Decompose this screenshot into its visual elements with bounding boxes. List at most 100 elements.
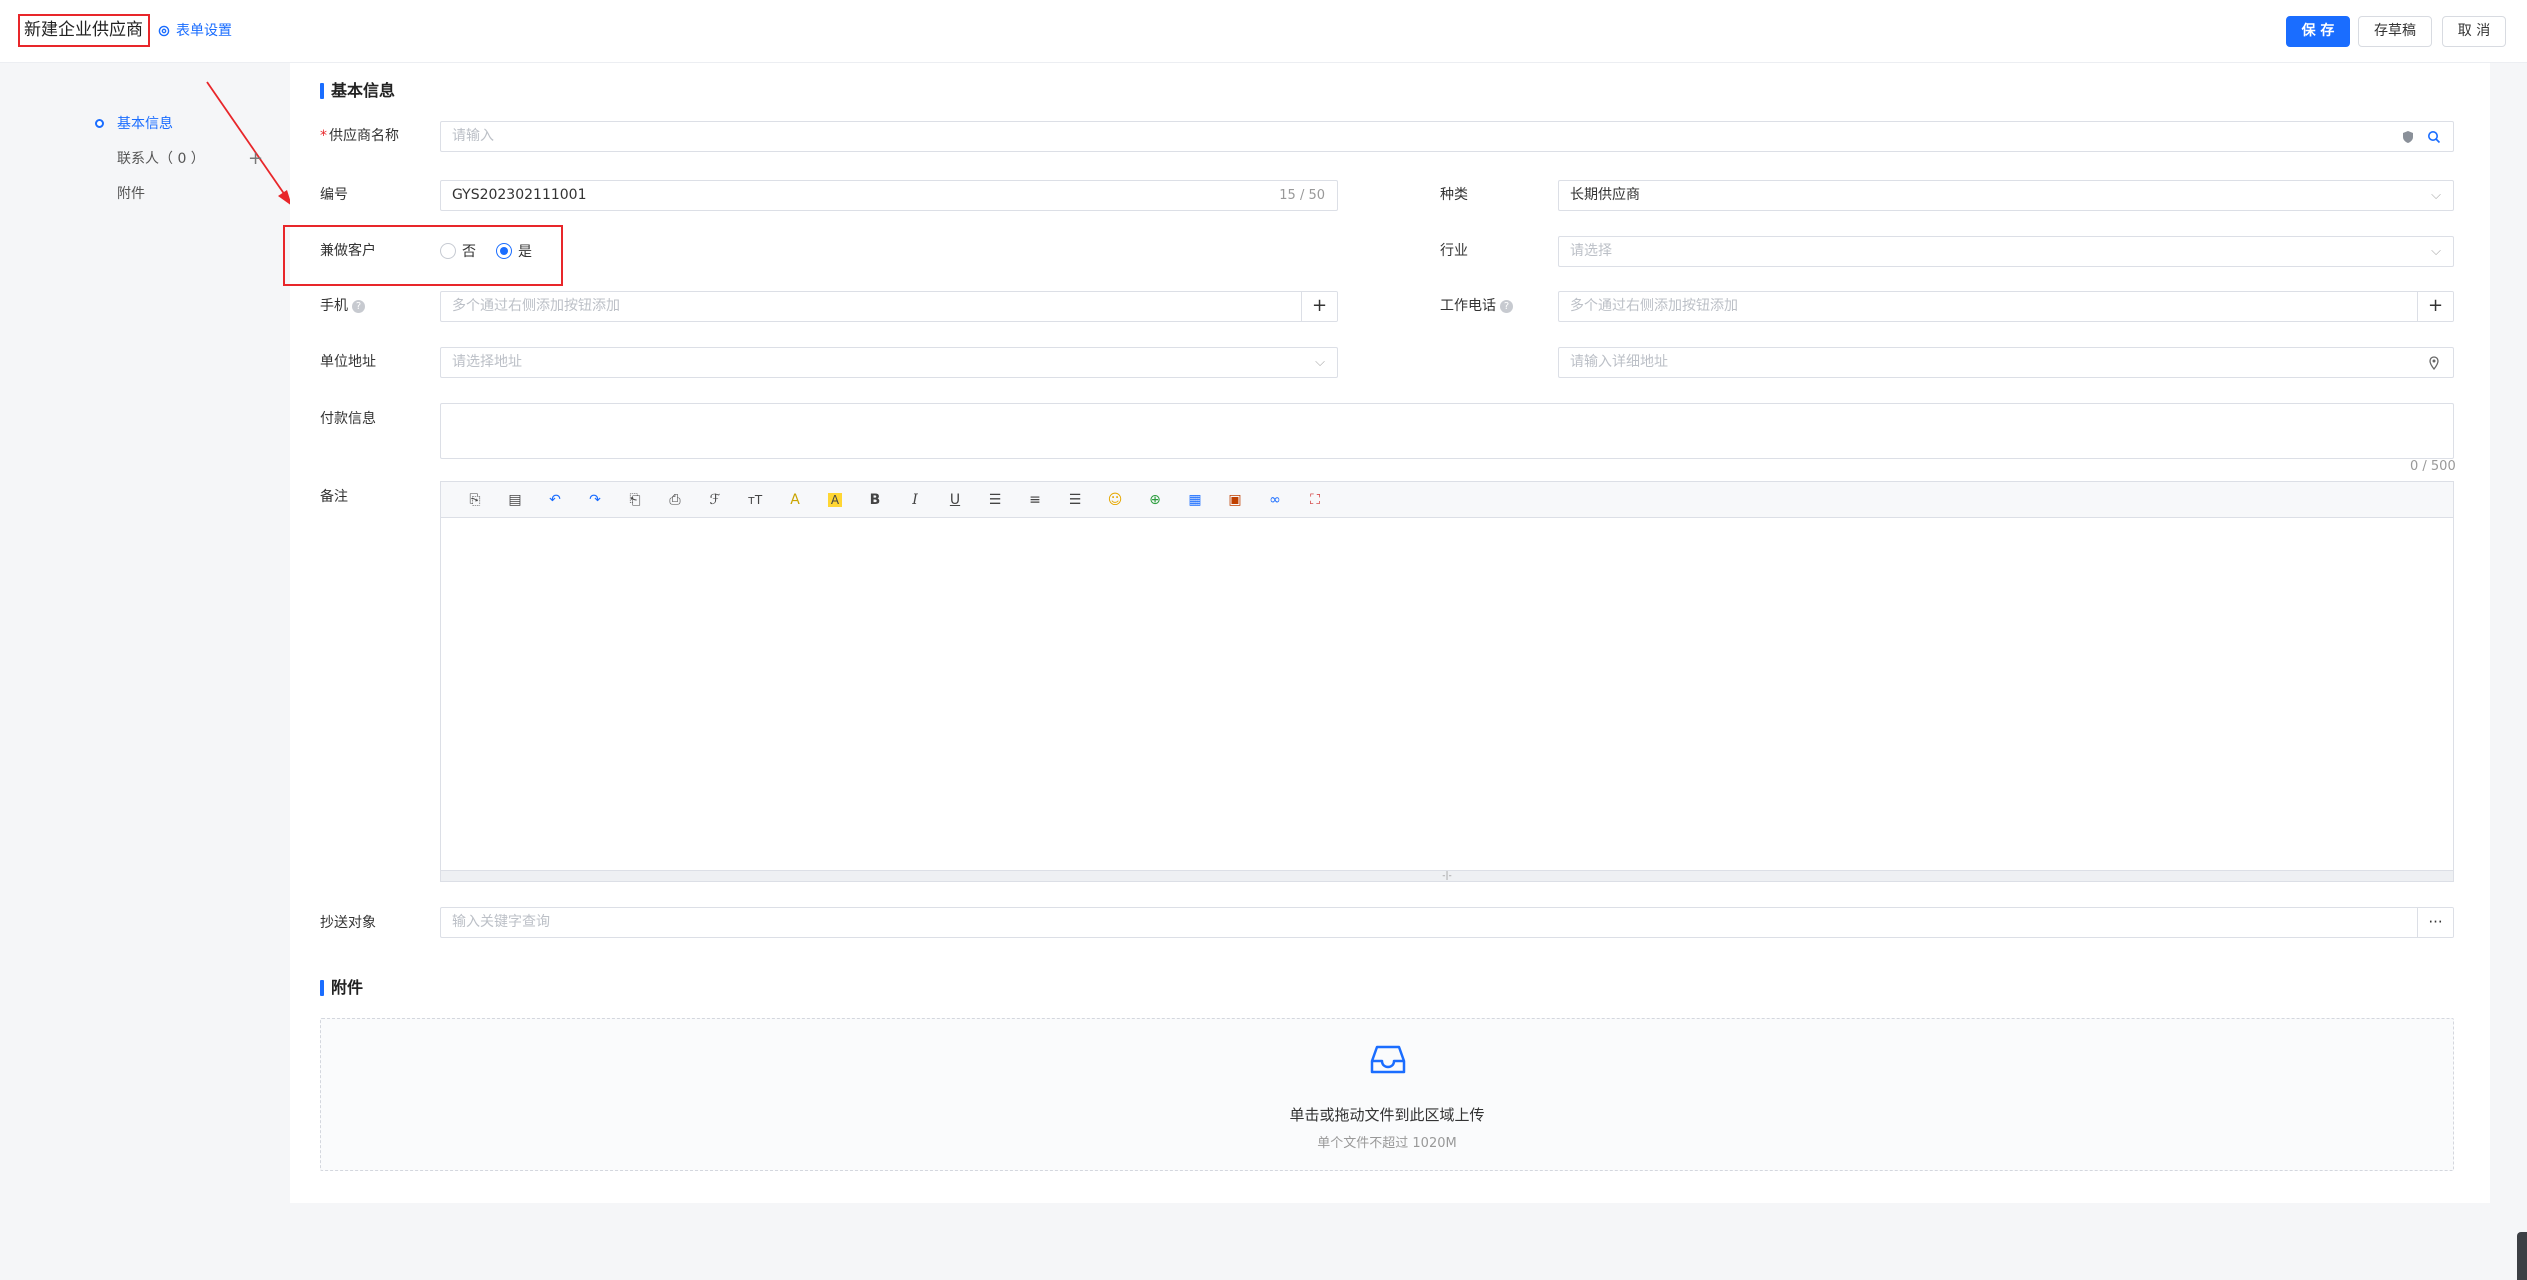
supplier-name-input[interactable]: 请输入 xyxy=(440,121,2454,152)
upload-dropzone[interactable]: 单击或拖动文件到此区域上传 单个文件不超过 1020M xyxy=(320,1018,2454,1171)
industry-label: 行业 xyxy=(1440,243,1468,259)
code-input[interactable]: GYS202302111001 15 / 50 xyxy=(440,180,1338,211)
code-counter: 15 / 50 xyxy=(1279,188,1325,203)
insert-row-icon[interactable]: ⊕ xyxy=(1135,488,1175,512)
save-draft-button[interactable]: 存草稿 xyxy=(2358,16,2432,47)
address-select[interactable]: 请选择地址 ⌵ xyxy=(440,347,1338,378)
cc-placeholder: 输入关键字查询 xyxy=(452,914,550,930)
font-color-icon[interactable]: A xyxy=(775,488,815,512)
radio-circle-checked-icon xyxy=(496,243,512,259)
cc-input[interactable]: 输入关键字查询 ··· xyxy=(440,907,2454,938)
mobile-label-text: 手机 xyxy=(320,298,348,314)
radio-yes[interactable]: 是 xyxy=(496,241,532,261)
underline-icon[interactable]: U xyxy=(935,488,975,512)
radio-no[interactable]: 否 xyxy=(440,241,476,261)
undo-icon[interactable]: ↶ xyxy=(535,488,575,512)
shield-icon[interactable] xyxy=(2401,130,2415,144)
category-label: 种类 xyxy=(1440,187,1468,203)
required-mark: * xyxy=(320,128,327,144)
source-code-icon[interactable]: ⎘ xyxy=(455,488,495,512)
code-label: 编号 xyxy=(320,187,348,203)
section-title-basic: 基本信息 xyxy=(320,80,395,102)
add-mobile-button[interactable]: + xyxy=(1301,292,1337,321)
work-phone-label: 工作电话? xyxy=(1440,296,1513,316)
mobile-input[interactable]: 多个通过右侧添加按钮添加 + xyxy=(440,291,1338,322)
italic-icon[interactable]: I xyxy=(895,488,935,512)
link-icon[interactable]: ∞ xyxy=(1255,488,1295,512)
editor-resize-handle[interactable]: -|- xyxy=(441,870,2453,881)
form-settings-label: 表单设置 xyxy=(176,23,232,39)
image-icon[interactable]: ▣ xyxy=(1215,488,1255,512)
save-button[interactable]: 保 存 xyxy=(2286,16,2350,47)
table-icon[interactable]: ▦ xyxy=(1175,488,1215,512)
address-detail-input[interactable]: 请输入详细地址 xyxy=(1558,347,2454,378)
anchor-item-attachment[interactable]: 附件 xyxy=(95,182,265,217)
also-customer-radio-group: 否 是 xyxy=(440,241,542,261)
address-detail-placeholder: 请输入详细地址 xyxy=(1570,354,1668,370)
rich-text-editor[interactable]: ⎘ ▤ ↶ ↷ ⎗ ⎙ ℱ тT A A B I U ☰ ≡ ☰ ☺ ⊕ ▦ ▣ xyxy=(440,481,2454,882)
radio-label: 否 xyxy=(462,244,476,260)
radio-circle-icon xyxy=(440,243,456,259)
add-contact-icon[interactable]: + xyxy=(248,147,263,171)
form-panel: 基本信息 * 供应商名称 请输入 编号 GYS202302111001 15 / … xyxy=(283,63,2490,1203)
anchor-nav: 基本信息 联系人（ 0 ） + 附件 xyxy=(95,112,265,217)
form-settings-link[interactable]: 表单设置 xyxy=(158,20,232,42)
app-root: 新建企业供应商 表单设置 保 存 存草稿 取 消 基本信息 联系人（ 0 ） +… xyxy=(0,0,2527,1280)
address-placeholder: 请选择地址 xyxy=(452,354,522,370)
upload-text: 单击或拖动文件到此区域上传 xyxy=(1289,1106,1485,1124)
add-work-phone-button[interactable]: + xyxy=(2417,292,2453,321)
paste-text-icon[interactable]: ⎙ xyxy=(655,488,695,512)
align-center-icon[interactable]: ≡ xyxy=(1015,488,1055,512)
inbox-icon xyxy=(1370,1045,1406,1074)
location-pin-icon[interactable] xyxy=(2427,356,2441,370)
paste-icon[interactable]: ⎗ xyxy=(615,488,655,512)
payment-counter: 0 / 500 xyxy=(2410,459,2456,474)
payment-label: 付款信息 xyxy=(320,411,376,427)
work-phone-placeholder: 多个通过右侧添加按钮添加 xyxy=(1570,298,1738,314)
search-icon[interactable] xyxy=(2427,130,2441,144)
top-header: 新建企业供应商 表单设置 保 存 存草稿 取 消 xyxy=(0,0,2527,63)
new-document-icon[interactable]: ▤ xyxy=(495,488,535,512)
mobile-placeholder: 多个通过右侧添加按钮添加 xyxy=(452,298,620,314)
align-right-icon[interactable]: ☰ xyxy=(1055,488,1095,512)
page-title: 新建企业供应商 xyxy=(18,14,150,47)
anchor-label: 基本信息 xyxy=(117,116,173,132)
help-icon[interactable]: ? xyxy=(1500,299,1513,313)
anchor-label: 附件 xyxy=(117,186,145,202)
anchor-label: 联系人（ 0 ） xyxy=(117,151,205,167)
anchor-item-contacts[interactable]: 联系人（ 0 ） + xyxy=(95,147,265,182)
upload-hint: 单个文件不超过 1020M xyxy=(1317,1136,1457,1151)
emoji-icon[interactable]: ☺ xyxy=(1095,488,1135,512)
anchor-item-basic[interactable]: 基本信息 xyxy=(95,112,265,147)
help-icon[interactable]: ? xyxy=(352,299,365,313)
code-value: GYS202302111001 xyxy=(452,187,587,203)
font-family-icon[interactable]: ℱ xyxy=(695,488,735,512)
chevron-down-icon: ⌵ xyxy=(2431,188,2441,203)
cc-label: 抄送对象 xyxy=(320,915,376,931)
highlight-color-icon[interactable]: A xyxy=(815,488,855,512)
bold-icon[interactable]: B xyxy=(855,488,895,512)
cancel-button[interactable]: 取 消 xyxy=(2442,16,2506,47)
scrollbar-thumb[interactable] xyxy=(2517,1232,2527,1280)
category-select[interactable]: 长期供应商 ⌵ xyxy=(1558,180,2454,211)
font-size-icon[interactable]: тT xyxy=(735,488,775,512)
gear-icon xyxy=(158,25,170,37)
category-value: 长期供应商 xyxy=(1570,187,1640,203)
supplier-name-placeholder: 请输入 xyxy=(452,128,494,144)
work-phone-label-text: 工作电话 xyxy=(1440,298,1496,314)
address-label: 单位地址 xyxy=(320,354,376,370)
chevron-down-icon: ⌵ xyxy=(2431,244,2441,259)
active-dot-icon xyxy=(95,119,104,128)
redo-icon[interactable]: ↷ xyxy=(575,488,615,512)
supplier-name-label-text: 供应商名称 xyxy=(329,128,399,144)
cc-more-button[interactable]: ··· xyxy=(2417,908,2453,937)
work-phone-input[interactable]: 多个通过右侧添加按钮添加 + xyxy=(1558,291,2454,322)
supplier-name-label: * 供应商名称 xyxy=(320,126,399,146)
chevron-down-icon: ⌵ xyxy=(1315,355,1325,370)
remark-label: 备注 xyxy=(320,489,348,505)
payment-textarea[interactable] xyxy=(440,403,2454,459)
also-customer-label: 兼做客户 xyxy=(320,243,376,259)
align-left-icon[interactable]: ☰ xyxy=(975,488,1015,512)
industry-select[interactable]: 请选择 ⌵ xyxy=(1558,236,2454,267)
fullscreen-icon[interactable]: ⛶ xyxy=(1295,488,1335,512)
